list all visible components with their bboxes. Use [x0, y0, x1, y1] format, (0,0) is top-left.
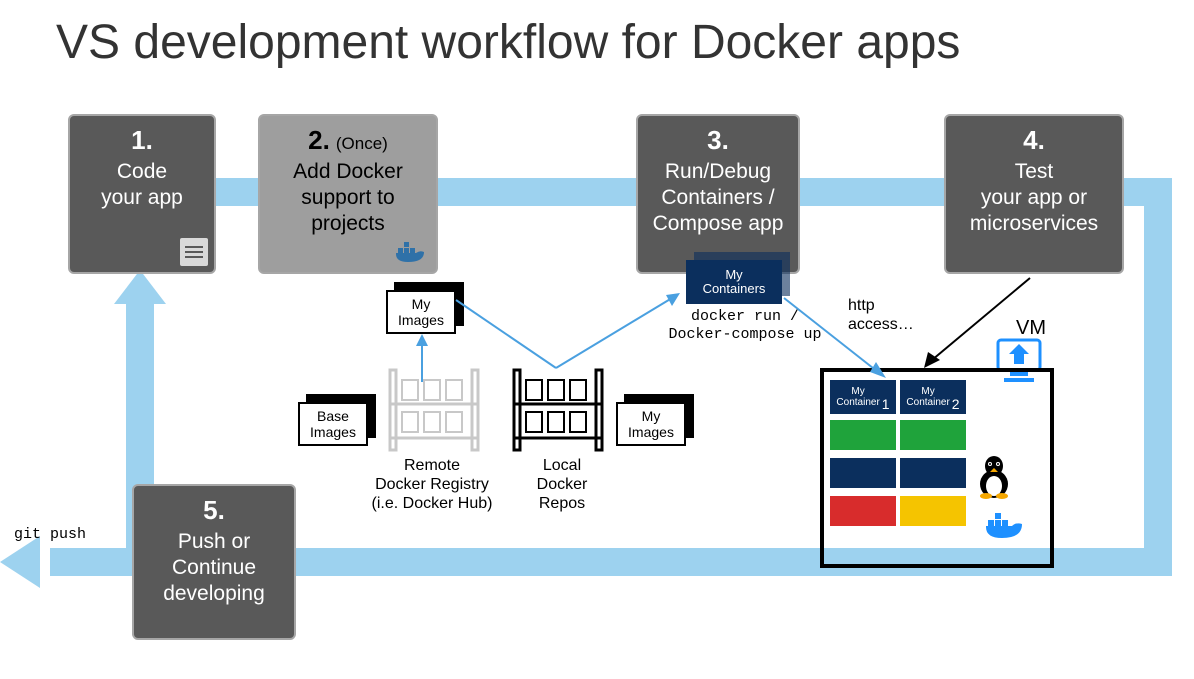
step-2-box: 2. (Once) Add Docker support to projects: [258, 114, 438, 274]
step-5-box: 5. Push or Continue developing: [132, 484, 296, 640]
remote-registry-label: Remote Docker Registry (i.e. Docker Hub): [352, 456, 512, 514]
vm-label: VM: [1016, 316, 1046, 340]
step-4-box: 4. Test your app or microservices: [944, 114, 1124, 274]
step-2-text: Add Docker support to projects: [268, 159, 428, 238]
vm-container-1: My Container1: [830, 380, 896, 414]
vm-slot-green-1: [830, 420, 896, 450]
my-images-1-card: My Images: [386, 290, 456, 334]
document-icon: [180, 238, 208, 266]
flow-bar-right: [1144, 178, 1172, 576]
docker-whale-icon: [394, 238, 430, 266]
diagram-title: VS development workflow for Docker apps: [56, 15, 960, 70]
step-1-text: Code your app: [101, 159, 183, 212]
local-repos-label: Local Docker Repos: [512, 456, 612, 514]
vm-container-2: My Container2: [900, 380, 966, 414]
vm-slot-red: [830, 496, 896, 526]
vm-slot-navy-1: [830, 458, 896, 488]
vm-slot-yellow: [900, 496, 966, 526]
step-1-box: 1. Code your app: [68, 114, 216, 274]
vm-slot-navy-2: [900, 458, 966, 488]
step-4-number: 4.: [1023, 126, 1045, 155]
step-3-number: 3.: [707, 126, 729, 155]
step-4-text: Test your app or microservices: [954, 159, 1114, 238]
arrow-repos-to-containers: [456, 290, 684, 380]
my-containers-chip: My Containers: [686, 260, 782, 304]
step-1-number: 1.: [131, 126, 153, 155]
remote-registry-shelf-icon: [384, 366, 484, 454]
arrow-images-up: [414, 334, 430, 382]
base-images-card: Base Images: [298, 402, 368, 446]
step-3-text: Run/Debug Containers / Compose app: [646, 159, 790, 238]
step-2-subnum: (Once): [336, 134, 388, 154]
docker-run-label: docker run / Docker-compose up: [660, 308, 830, 344]
http-access-label: http access…: [848, 296, 938, 334]
step-2-number: 2.: [308, 126, 330, 155]
step-5-number: 5.: [203, 496, 225, 525]
my-images-2-card: My Images: [616, 402, 686, 446]
git-push-label: git push: [14, 526, 86, 544]
step-3-box: 3. Run/Debug Containers / Compose app: [636, 114, 800, 274]
vm-slot-green-2: [900, 420, 966, 450]
step-5-text: Push or Continue developing: [142, 529, 286, 608]
local-repos-shelf-icon: [508, 366, 608, 454]
